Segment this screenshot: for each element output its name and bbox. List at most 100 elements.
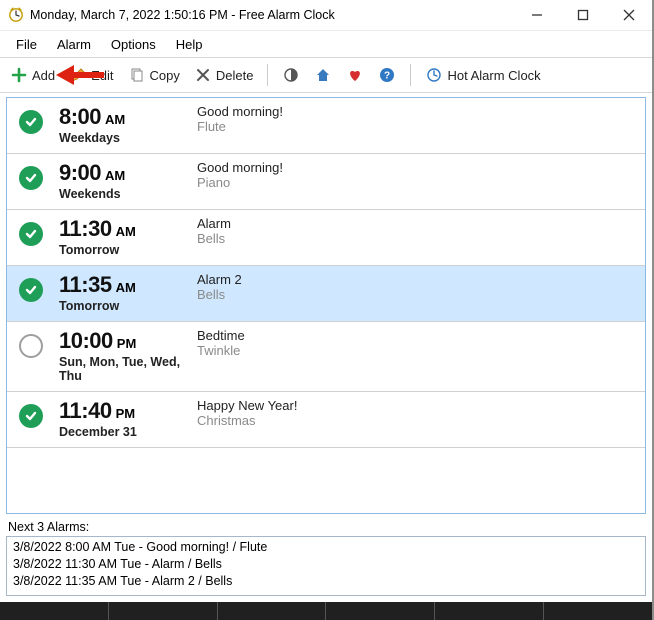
alarm-recurrence: December 31	[59, 425, 189, 439]
svg-text:?: ?	[384, 71, 390, 82]
hot-alarm-clock-button[interactable]: Hot Alarm Clock	[421, 64, 544, 86]
close-button[interactable]	[606, 0, 652, 30]
favorite-button[interactable]	[342, 64, 368, 86]
add-button[interactable]: Add	[6, 64, 59, 86]
clock-icon	[425, 66, 443, 84]
alarm-row[interactable]: 11:30 AM Tomorrow AlarmBells	[7, 210, 645, 266]
alarm-time: 11:40	[59, 398, 112, 424]
alarm-detail-column: Happy New Year!Christmas	[197, 398, 297, 428]
alarm-time-column: 8:00 AM Weekdays	[59, 104, 189, 145]
alarm-row[interactable]: 10:00 PM Sun, Mon, Tue, Wed, Thu BedtimeTwi…	[7, 322, 645, 392]
alarm-ampm: AM	[116, 280, 136, 295]
alarm-title: Happy New Year!	[197, 398, 297, 413]
alarm-ampm: AM	[105, 168, 125, 183]
alarm-enabled-toggle[interactable]	[19, 222, 43, 246]
next-alarm-item: 3/8/2022 8:00 AM Tue - Good morning! / F…	[13, 539, 639, 556]
alarm-enabled-toggle[interactable]	[19, 334, 43, 358]
next-alarm-item: 3/8/2022 11:30 AM Tue - Alarm / Bells	[13, 556, 639, 573]
bottom-strip	[0, 602, 652, 620]
help-button[interactable]: ?	[374, 64, 400, 86]
alarm-title: Good morning!	[197, 160, 283, 175]
alarm-recurrence: Tomorrow	[59, 243, 189, 257]
alarm-recurrence: Weekdays	[59, 131, 189, 145]
copy-label: Copy	[150, 68, 180, 83]
alarm-time: 11:35	[59, 272, 112, 298]
alarm-sound: Twinkle	[197, 343, 245, 358]
menu-help[interactable]: Help	[168, 35, 211, 54]
alarm-recurrence: Weekends	[59, 187, 189, 201]
edit-button[interactable]: Edit	[65, 64, 117, 86]
alarm-enabled-toggle[interactable]	[19, 404, 43, 428]
alarm-recurrence: Tomorrow	[59, 299, 189, 313]
toolbar-separator-2	[410, 64, 411, 86]
alarm-detail-column: BedtimeTwinkle	[197, 328, 245, 358]
next-alarm-item: 3/8/2022 11:35 AM Tue - Alarm 2 / Bells	[13, 573, 639, 590]
alarm-detail-column: AlarmBells	[197, 216, 231, 246]
alarm-sound: Piano	[197, 175, 283, 190]
app-icon	[8, 7, 24, 23]
alarm-time-column: 11:35 AM Tomorrow	[59, 272, 189, 313]
hot-alarm-clock-label: Hot Alarm Clock	[447, 68, 540, 83]
alarm-enabled-toggle[interactable]	[19, 166, 43, 190]
pencil-icon	[69, 66, 87, 84]
alarm-ampm: AM	[105, 112, 125, 127]
alarm-sound: Bells	[197, 231, 231, 246]
alarm-ampm: AM	[116, 224, 136, 239]
alarm-sound: Christmas	[197, 413, 297, 428]
app-window: Monday, March 7, 2022 1:50:16 PM - Free …	[0, 0, 654, 620]
alarm-time: 8:00	[59, 104, 101, 130]
alarm-title: Alarm 2	[197, 272, 242, 287]
titlebar: Monday, March 7, 2022 1:50:16 PM - Free …	[0, 0, 652, 31]
alarm-list[interactable]: 8:00AMWeekdaysGood morning!Flute9:00AMWe…	[6, 97, 646, 514]
alarm-time: 10:00	[59, 328, 113, 354]
copy-button[interactable]: Copy	[124, 64, 184, 86]
alarm-sound: Bells	[197, 287, 242, 302]
alarm-row[interactable]: 11:40 PM December 31 Happy New Year!Christm…	[7, 392, 645, 448]
copy-icon	[128, 66, 146, 84]
alarm-detail-column: Good morning!Flute	[197, 104, 283, 134]
add-label: Add	[32, 68, 55, 83]
alarm-time-column: 9:00 AM Weekends	[59, 160, 189, 201]
contrast-icon	[282, 66, 300, 84]
alarm-title: Bedtime	[197, 328, 245, 343]
window-title: Monday, March 7, 2022 1:50:16 PM - Free …	[30, 8, 335, 22]
maximize-button[interactable]	[560, 0, 606, 30]
toolbar: Add Edit Copy Delete	[0, 57, 652, 93]
delete-button[interactable]: Delete	[190, 64, 258, 86]
alarm-title: Alarm	[197, 216, 231, 231]
menu-file[interactable]: File	[8, 35, 45, 54]
delete-label: Delete	[216, 68, 254, 83]
alarm-row[interactable]: 8:00 AM Weekdays Good morning!Flute	[7, 98, 645, 154]
alarm-time-column: 11:40 PM December 31	[59, 398, 189, 439]
alarm-time-column: 11:30 AM Tomorrow	[59, 216, 189, 257]
alarm-enabled-toggle[interactable]	[19, 110, 43, 134]
theme-button[interactable]	[278, 64, 304, 86]
alarm-detail-column: Good morning!Piano	[197, 160, 283, 190]
alarm-row[interactable]: 9:00 AM Weekends Good morning!Piano	[7, 154, 645, 210]
edit-label: Edit	[91, 68, 113, 83]
delete-icon	[194, 66, 212, 84]
menu-options[interactable]: Options	[103, 35, 164, 54]
alarm-recurrence: Sun, Mon, Tue, Wed, Thu	[59, 355, 189, 383]
home-button[interactable]	[310, 64, 336, 86]
alarm-title: Good morning!	[197, 104, 283, 119]
alarm-time: 9:00	[59, 160, 101, 186]
next-alarms-label: Next 3 Alarms:	[0, 518, 652, 536]
alarm-ampm: PM	[117, 336, 137, 351]
alarm-detail-column: Alarm 2Bells	[197, 272, 242, 302]
next-alarms-box: 3/8/2022 8:00 AM Tue - Good morning! / F…	[6, 536, 646, 596]
alarm-sound: Flute	[197, 119, 283, 134]
alarm-time-column: 10:00 PM Sun, Mon, Tue, Wed, Thu	[59, 328, 189, 383]
minimize-button[interactable]	[514, 0, 560, 30]
alarm-ampm: PM	[116, 406, 136, 421]
help-icon: ?	[378, 66, 396, 84]
heart-icon	[346, 66, 364, 84]
alarm-row[interactable]: 11:35 AM Tomorrow Alarm 2Bells	[7, 266, 645, 322]
alarm-time: 11:30	[59, 216, 112, 242]
home-icon	[314, 66, 332, 84]
plus-icon	[10, 66, 28, 84]
toolbar-separator	[267, 64, 268, 86]
alarm-enabled-toggle[interactable]	[19, 278, 43, 302]
menubar: File Alarm Options Help	[0, 31, 652, 57]
menu-alarm[interactable]: Alarm	[49, 35, 99, 54]
